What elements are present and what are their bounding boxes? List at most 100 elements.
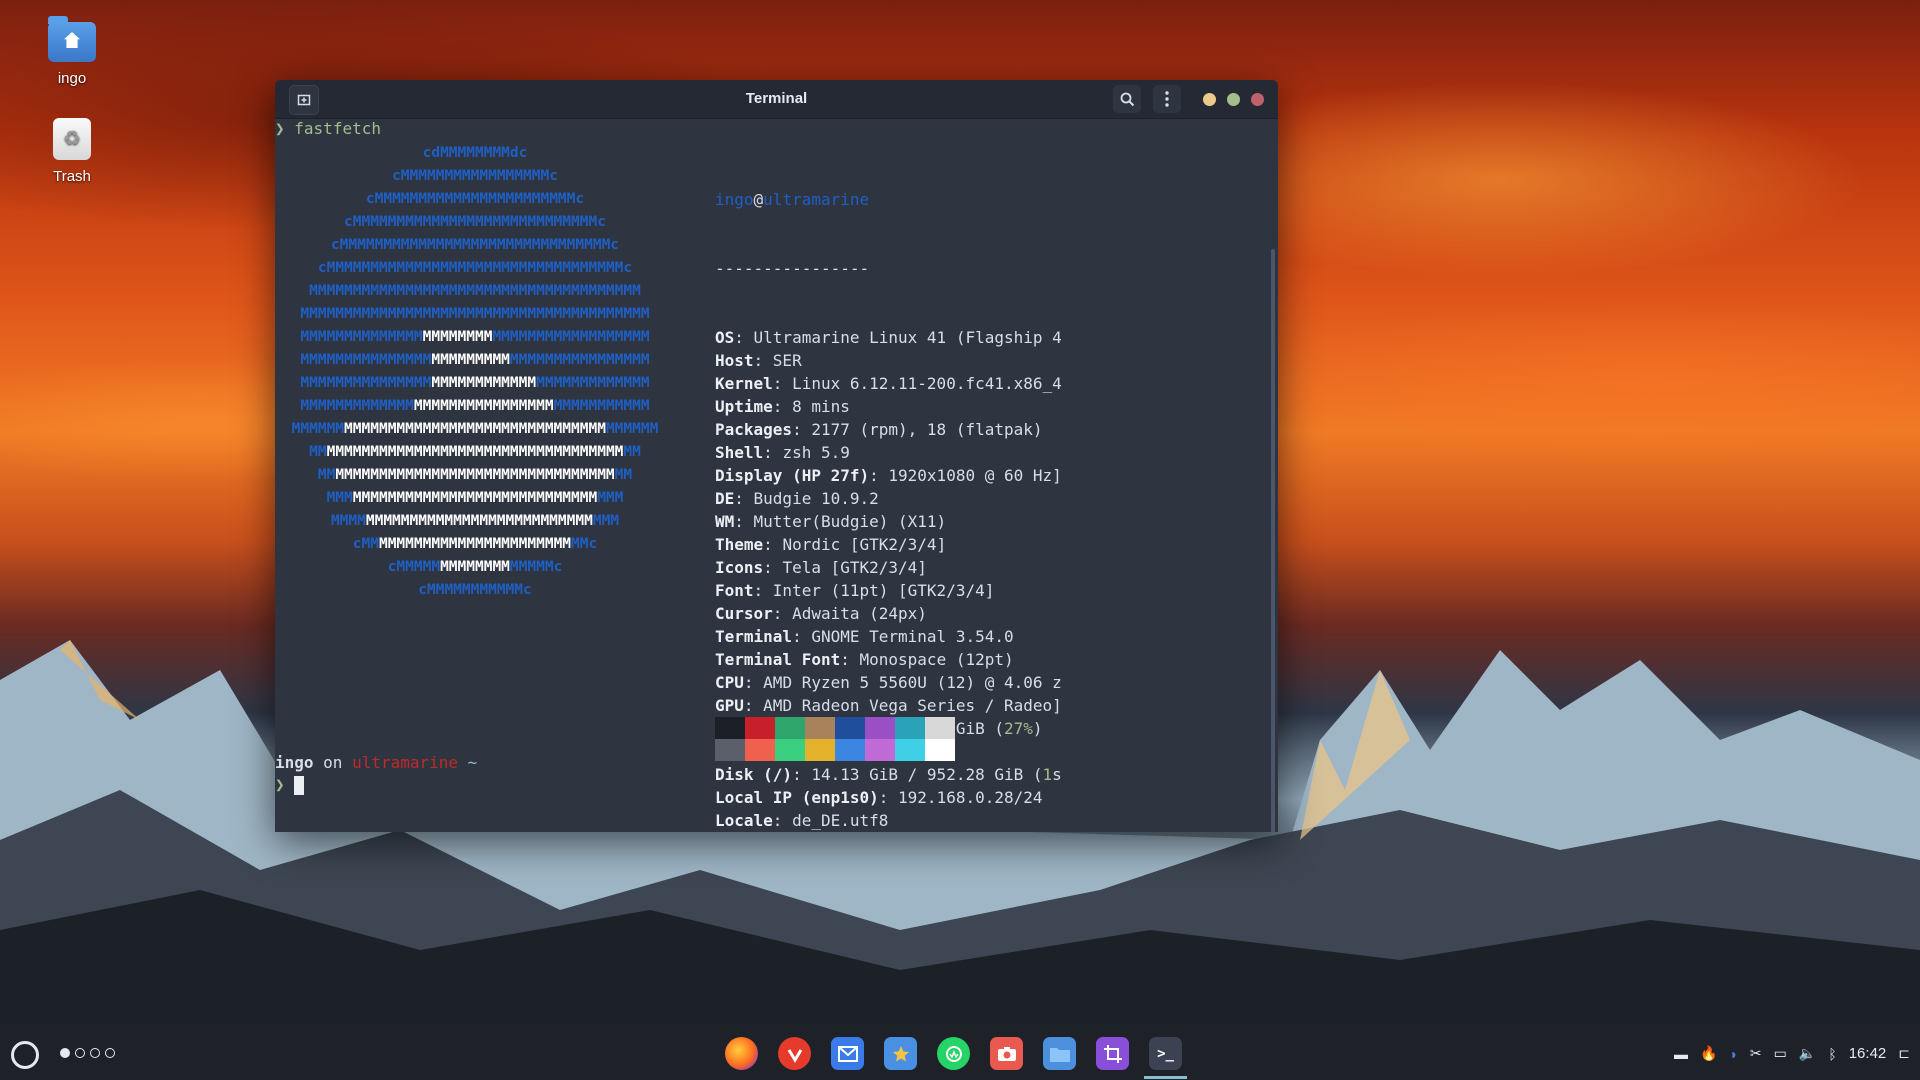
prompt-line: ingo on ultramarine ~ [275, 753, 477, 772]
prompt-on: on [313, 753, 353, 772]
nightlight-icon[interactable]: ◗ [1729, 1046, 1737, 1062]
logo-line: cdMMMMMMMMdc [422, 145, 528, 161]
desktop-icon-home[interactable]: ingo [17, 16, 127, 87]
vivaldi-glyph-icon [787, 1048, 802, 1063]
info-line: Locale: de_DE.utf8 [715, 811, 889, 830]
maximize-button[interactable] [1227, 93, 1240, 106]
mail-icon[interactable] [831, 1037, 864, 1070]
envelope-icon [837, 1045, 858, 1062]
minimize-button[interactable] [1203, 93, 1216, 106]
input-line[interactable]: ❯ [275, 775, 305, 795]
info-line: CPU: AMD Ryzen 5 5560U (12) @ 4.06 z [715, 673, 1062, 692]
trash-icon [53, 118, 91, 160]
terminal-glyph: >_ [1157, 1045, 1174, 1062]
logo-line: cMMMMMMMMMMMc [418, 582, 532, 598]
palette-swatch [925, 717, 955, 739]
logo-line: MMMMMMMMMMMMMMMMMMMMMMMMMMMMMMMMMMMMMMMM [300, 352, 650, 368]
info-line: Terminal Font: Monospace (12pt) [715, 650, 1014, 669]
scrollbar[interactable] [1271, 249, 1275, 832]
firefox-icon[interactable] [725, 1037, 758, 1070]
logo-line: cMMMMMMMMMMMMMMMMMMc [387, 559, 563, 575]
logo-line: MMMMMMMMMMMMMMMMMMMMMMMMMMMMMMMMMMMMMMMM [300, 398, 650, 414]
palette-row-normal [715, 717, 955, 739]
prompt-tilde: ~ [458, 753, 478, 772]
info-line: Theme: Nordic [GTK2/3/4] [715, 535, 947, 554]
tools-icon[interactable]: ✂ [1750, 1045, 1762, 1062]
info-line: Disk (/): 14.13 GiB / 952.28 GiB (1s [715, 765, 1062, 784]
info-line: OS: Ultramarine Linux 41 (Flagship 4 [715, 328, 1062, 347]
terminal-app-icon[interactable]: >_ [1144, 1037, 1187, 1079]
volume-icon[interactable]: 🔈 [1799, 1045, 1816, 1062]
info-at: @ [753, 190, 764, 209]
terminal-window[interactable]: Terminal ❯ fastfetch cdMMMMMMMMdc cMMMMMM… [275, 80, 1278, 832]
logo-line: MMMMMMMMMMMMMMMMMMMMMMMMMMMMMMMMMMMMMMMM… [291, 421, 659, 437]
camera-icon[interactable] [990, 1037, 1023, 1070]
logo-line: cMMMMMMMMMMMMMMMMMMMMMMMMMMc [352, 536, 598, 552]
color-palette [715, 717, 955, 761]
info-line: WM: Mutter(Budgie) (X11) [715, 512, 947, 531]
info-line: Kernel: Linux 6.12.11-200.fc41.x86_4 [715, 374, 1062, 393]
crop-icon[interactable] [1096, 1037, 1129, 1070]
logo-line: cMMMMMMMMMMMMMMMMMMMMMMMMMMMMMMMMMMc [317, 260, 633, 276]
info-line: Uptime: 8 mins [715, 397, 850, 416]
display-icon[interactable]: ▭ [1774, 1045, 1787, 1062]
info-user: ingo [715, 190, 754, 209]
user-host-line: ingo@ultramarine [715, 188, 1062, 211]
folder-icon [1049, 1047, 1070, 1062]
palette-swatch [865, 717, 895, 739]
logo-line: MMMMMMMMMMMMMMMMMMMMMMMMMMMMMMMMM [330, 513, 620, 529]
files-icon[interactable] [1043, 1037, 1076, 1070]
info-line: GPU: AMD Radeon Vega Series / Radeo] [715, 696, 1062, 715]
menu-button[interactable] [1153, 85, 1181, 113]
app-menu-button[interactable] [11, 1041, 39, 1069]
palette-swatch [835, 739, 865, 761]
vivaldi-icon[interactable] [778, 1037, 811, 1070]
taskbar: >_ ▬ 🔥 ◗ ✂ ▭ 🔈 ᛒ 16:42 ⊏ [0, 1030, 1920, 1080]
desktop-icon-trash[interactable]: Trash [17, 118, 127, 185]
text-cursor [294, 776, 305, 795]
terminal-titlebar[interactable]: Terminal [275, 80, 1278, 119]
palette-swatch [805, 717, 835, 739]
info-line: Terminal: GNOME Terminal 3.54.0 [715, 627, 1014, 646]
info-line: Icons: Tela [GTK2/3/4] [715, 558, 927, 577]
kebab-menu-icon [1165, 91, 1169, 107]
info-hostname: ultramarine [763, 190, 870, 209]
prompt-user: ingo [275, 753, 314, 772]
prompt-arrow: ❯ [275, 775, 285, 794]
search-icon [1120, 92, 1134, 106]
workspace-1[interactable] [60, 1048, 70, 1058]
prompt-arrow: ❯ [275, 119, 285, 138]
palette-swatch [715, 717, 745, 739]
palette-swatch [715, 739, 745, 761]
workspace-switcher[interactable] [60, 1048, 115, 1058]
workspace-2[interactable] [75, 1048, 85, 1058]
whatsapp-icon[interactable] [937, 1037, 970, 1070]
logo-line: MMMMMMMMMMMMMMMMMMMMMMMMMMMMMMMMMMMMMMMM [300, 306, 650, 322]
info-line: Host: SER [715, 351, 802, 370]
logo-line: cMMMMMMMMMMMMMMMMMMMMMMMMMMMMc [344, 214, 606, 230]
flame-icon[interactable]: 🔥 [1700, 1045, 1717, 1062]
logo-line: MMMMMMMMMMMMMMMMMMMMMMMMMMMMMMMMMMMMMMMM [300, 375, 650, 391]
command-line: ❯ fastfetch [275, 119, 381, 138]
palette-swatch [805, 739, 835, 761]
clock[interactable]: 16:42 [1849, 1045, 1887, 1062]
terminal-content[interactable]: ❯ fastfetch cdMMMMMMMMdc cMMMMMMMMMMMMMMM… [275, 119, 1278, 832]
usb-drive-icon[interactable]: ▬ [1674, 1046, 1688, 1062]
bookmarks-icon[interactable] [884, 1037, 917, 1070]
info-separator: ---------------- [715, 259, 870, 278]
palette-swatch [775, 717, 805, 739]
logo-line: cMMMMMMMMMMMMMMMMMMMMMMMMMMMMMMMc [330, 237, 620, 253]
notifications-icon[interactable]: ⊏ [1898, 1045, 1910, 1062]
chat-bubble-icon [945, 1045, 962, 1062]
logo-line: MMMMMMMMMMMMMMMMMMMMMMMMMMMMMMMMMMMMMM [309, 283, 641, 299]
palette-swatch [745, 739, 775, 761]
workspace-3[interactable] [90, 1048, 100, 1058]
workspace-4[interactable] [105, 1048, 115, 1058]
palette-swatch [775, 739, 805, 761]
search-button[interactable] [1113, 85, 1141, 113]
logo-line: MMMMMMMMMMMMMMMMMMMMMMMMMMMMMMMMMMMMMM [309, 444, 641, 460]
close-button[interactable] [1251, 93, 1264, 106]
command-text: fastfetch [294, 119, 381, 138]
bluetooth-icon[interactable]: ᛒ [1828, 1046, 1836, 1062]
crop-glyph-icon [1103, 1044, 1122, 1063]
